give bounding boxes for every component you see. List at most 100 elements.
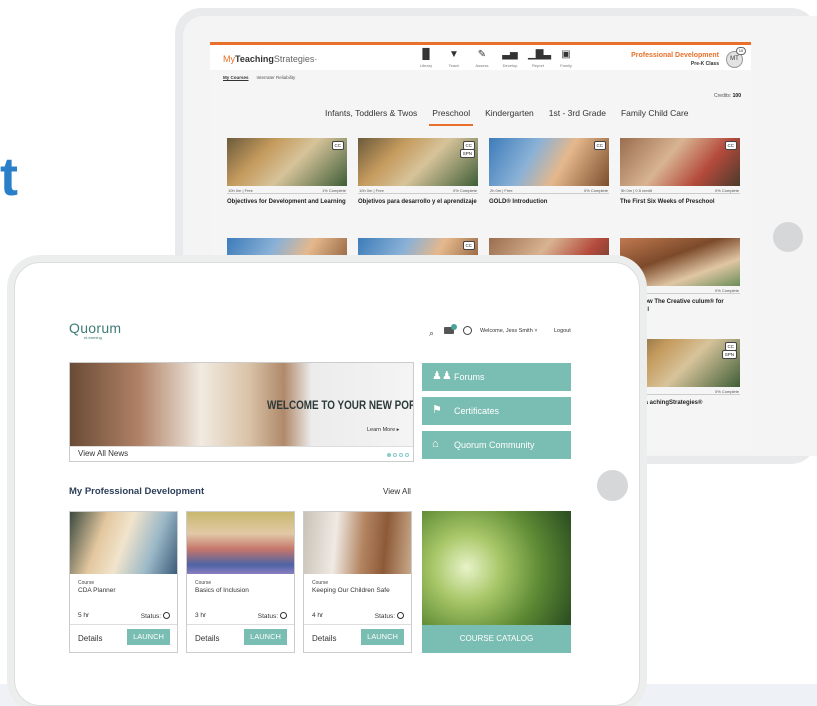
tab-family-child-care[interactable]: Family Child Care: [618, 108, 692, 126]
nav-label: Library: [419, 63, 433, 68]
tab-grades[interactable]: 1st - 3rd Grade: [546, 108, 609, 126]
user-menu[interactable]: Welcome, Jess Smith ˅: [480, 328, 538, 334]
tab-kindergarten[interactable]: Kindergarten: [482, 108, 537, 126]
cc-badge: CC: [593, 141, 606, 150]
carousel-dot[interactable]: [387, 453, 391, 457]
course-thumbnail: CC: [620, 138, 740, 186]
mts-logo[interactable]: MyTeachingStrategies·: [223, 54, 317, 64]
carousel-dot[interactable]: [405, 453, 409, 457]
course-title: Objectives for Development and Learning: [227, 199, 346, 205]
partial-headline-text: t: [0, 147, 18, 207]
spn-badge: SPN: [459, 149, 475, 158]
credits-label: Credits:: [714, 93, 732, 99]
divider: [304, 624, 411, 625]
course-thumbnail: CC: [489, 138, 609, 186]
family-icon: ▣: [561, 49, 571, 60]
profile-selector[interactable]: Professional Development Pre-K Class: [631, 52, 719, 67]
details-link[interactable]: Details: [312, 634, 336, 643]
course-progress: 0% Complete: [583, 188, 608, 193]
subnav-interrater[interactable]: Interrater Reliability: [257, 75, 296, 80]
course-thumbnail: CC: [227, 138, 347, 186]
status-label: Status:: [257, 613, 278, 620]
course-duration: 2h 0m | Free: [490, 188, 513, 193]
cc-badge: CC: [462, 241, 475, 250]
front-tablet-screen: Quorum eLearning ⌕ Welcome, Jess Smith ˅…: [52, 303, 587, 671]
course-progress: 0% Complete: [714, 389, 739, 394]
nav-item-library[interactable]: ▐▌ Library: [416, 49, 436, 68]
mts-subnav: My Courses Interrater Reliability: [223, 75, 295, 80]
details-link[interactable]: Details: [195, 634, 219, 643]
course-type: Course: [195, 580, 212, 586]
library-icon: ▐▌: [418, 49, 434, 60]
bar-chart-icon: ▁▇▃: [528, 49, 552, 60]
back-tablet-home-button: [773, 222, 803, 252]
community-label: Quorum Community: [454, 440, 535, 450]
course-status: Status:: [258, 612, 287, 620]
course-card[interactable]: CC 5h 0m | 0.5 credit 0% Complete The Fir…: [620, 138, 740, 206]
course-status: Status:: [141, 612, 170, 620]
course-progress: 0% Complete: [452, 188, 477, 193]
course-title: Objetivos para desarrollo y el aprendiza…: [358, 199, 477, 205]
forums-button[interactable]: ♟♟ Forums: [422, 363, 571, 391]
nav-label: Assess: [475, 63, 489, 68]
carousel-dots: [387, 453, 409, 457]
launch-button[interactable]: LAUNCH: [244, 629, 287, 645]
course-type: Course: [312, 580, 329, 586]
course-duration: 5h 0m | 0.5 credit: [621, 188, 652, 193]
section-title: My Professional Development: [69, 486, 205, 497]
bookmark-icon: ⚑: [432, 404, 442, 416]
course-thumbnail: CC SPN: [358, 138, 478, 186]
spn-badge: SPN: [721, 350, 737, 359]
course-meta: 5h 0m | 0.5 credit 0% Complete: [620, 186, 740, 194]
notification-dot-icon: [451, 324, 457, 330]
carousel-dot[interactable]: [399, 453, 403, 457]
carousel-dot[interactable]: [393, 453, 397, 457]
course-hours: 4 hr: [312, 612, 324, 619]
view-all-link[interactable]: View All: [383, 487, 411, 496]
course-title: Keeping Our Children Safe: [312, 587, 390, 594]
quorum-logo[interactable]: Quorum eLearning: [69, 320, 121, 340]
chevron-down-icon: ˅: [534, 328, 538, 334]
course-card[interactable]: CC SPN 10h 0m | Free 0% Complete Objetivos…: [358, 138, 478, 206]
certificates-button[interactable]: ⚑ Certificates: [422, 397, 571, 425]
course-meta: 10h 0m | Free 1% Complete: [227, 186, 347, 194]
course-catalog-button[interactable]: COURSE CATALOG: [422, 625, 571, 653]
nav-item-assess[interactable]: ✎ Assess: [472, 49, 492, 68]
course-catalog-tile[interactable]: COURSE CATALOG: [422, 511, 571, 653]
course-card[interactable]: CC 2h 0m | Free 0% Complete GOLD® Introdu…: [489, 138, 609, 206]
pencil-icon: ✎: [477, 49, 487, 60]
view-all-news-link[interactable]: View All News: [78, 449, 128, 458]
search-icon[interactable]: ⌕: [429, 328, 434, 339]
status-label: Status:: [374, 613, 395, 620]
nav-label: Report: [531, 63, 544, 68]
subnav-my-courses[interactable]: My Courses: [223, 75, 249, 80]
notification-badge: 10: [736, 47, 746, 55]
community-button[interactable]: ⌂ Quorum Community: [422, 431, 571, 459]
nav-item-report[interactable]: ▁▇▃ Report: [528, 49, 552, 68]
logo-teaching: Teaching: [235, 54, 274, 64]
launch-button[interactable]: LAUNCH: [127, 629, 170, 645]
mts-header: MyTeachingStrategies· ▐▌ Library ▼ Teach ✎…: [210, 42, 751, 70]
teach-icon: ▼: [449, 49, 459, 60]
launch-button[interactable]: LAUNCH: [361, 629, 404, 645]
tab-preschool[interactable]: Preschool: [429, 108, 474, 126]
nav-label: Develop: [502, 63, 518, 68]
status-circle-icon: [397, 612, 404, 619]
details-link[interactable]: Details: [78, 634, 102, 643]
nav-item-teach[interactable]: ▼ Teach: [444, 49, 464, 68]
divider: [187, 624, 294, 625]
course-thumbnail: [70, 512, 177, 574]
course-type: Course: [78, 580, 95, 586]
course-card[interactable]: CC 10h 0m | Free 1% Complete Objectives f…: [227, 138, 347, 206]
course-duration: 10h 0m | Free: [228, 188, 253, 193]
tab-infants[interactable]: Infants, Toddlers & Twos: [322, 108, 420, 126]
credits: Credits: 100: [714, 93, 741, 99]
logout-link[interactable]: Logout: [554, 328, 571, 334]
nav-item-family[interactable]: ▣ Family: [556, 49, 576, 68]
course-hours: 5 hr: [78, 612, 90, 619]
learn-more-link[interactable]: Learn More ▸: [367, 427, 399, 433]
nav-item-develop[interactable]: ▃▅ Develop: [500, 49, 520, 68]
course-card: Course Basics of Inclusion 3 hr Status: …: [186, 511, 295, 653]
user-icon[interactable]: [463, 326, 472, 335]
status-circle-icon: [280, 612, 287, 619]
